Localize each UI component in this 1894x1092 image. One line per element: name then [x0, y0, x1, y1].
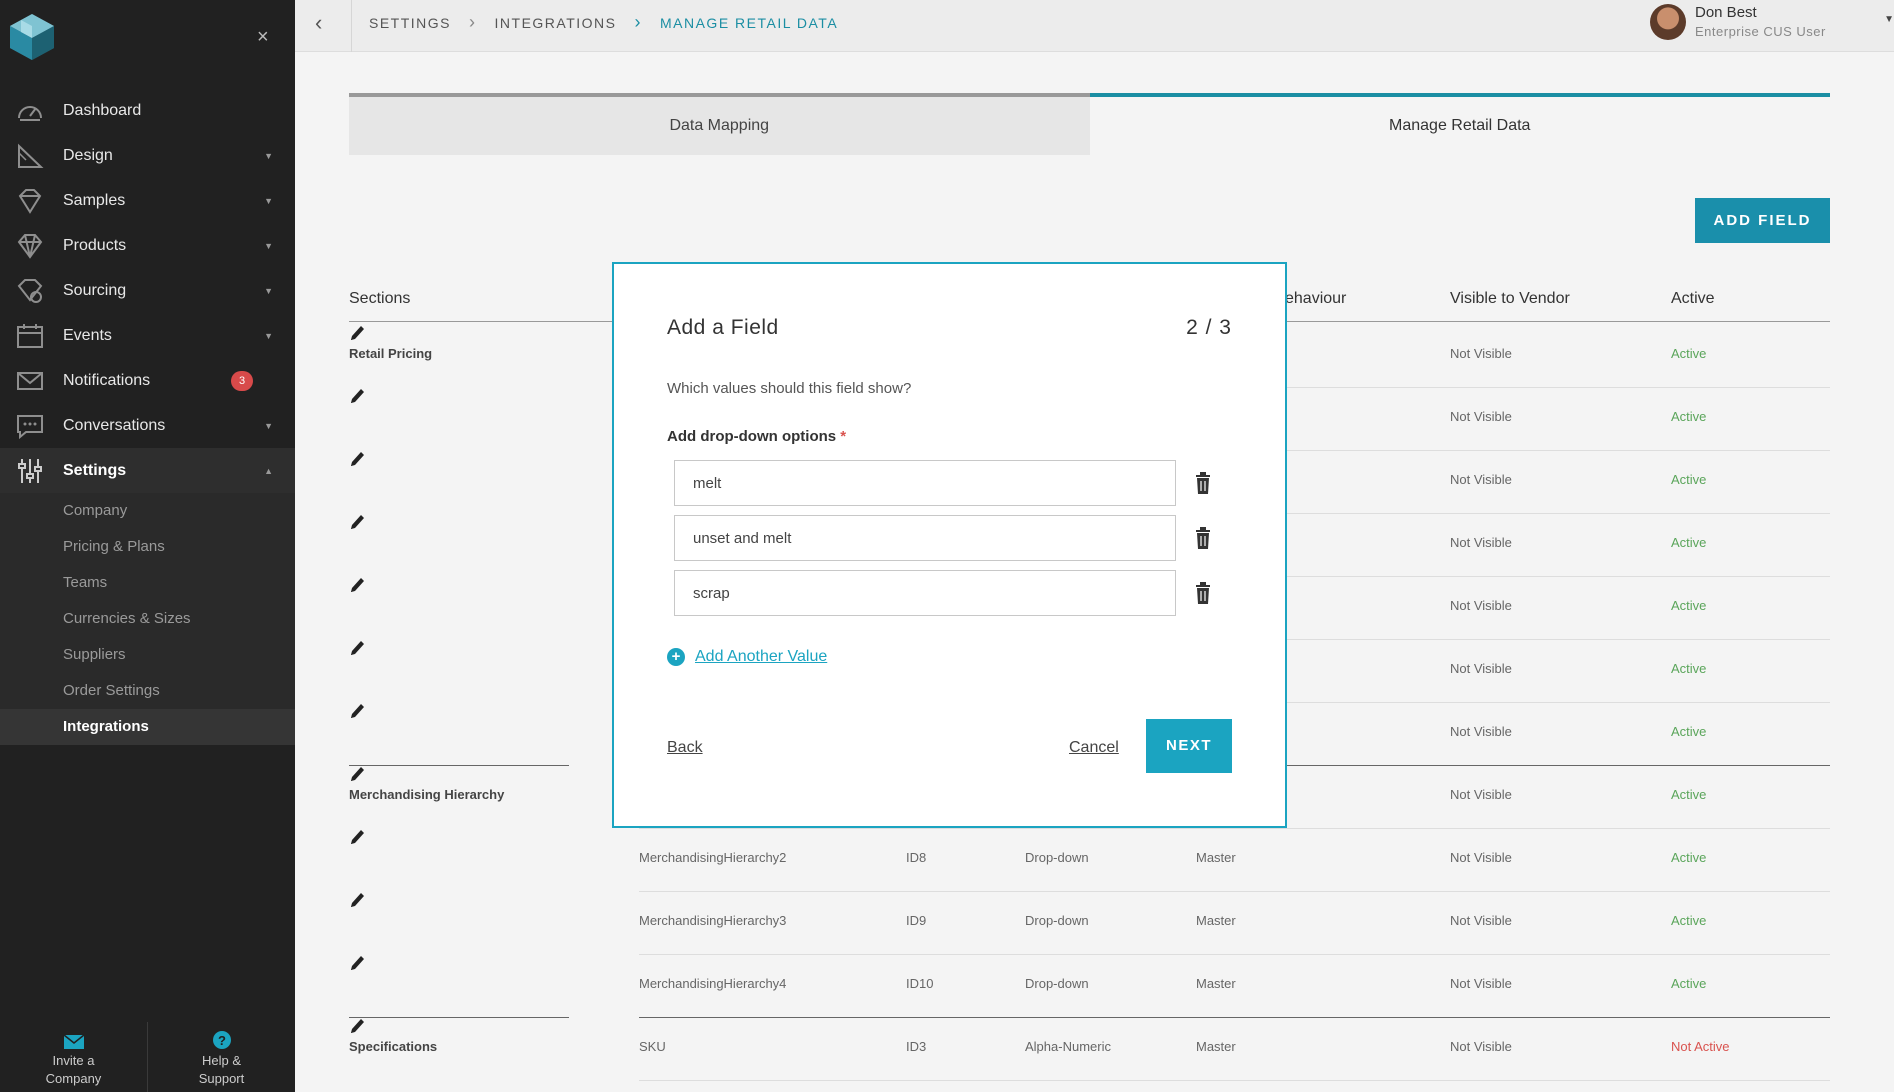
modal-title: Add a Field [667, 316, 779, 339]
trash-icon[interactable] [1194, 582, 1212, 604]
back-link[interactable]: Back [667, 739, 703, 757]
option-row [674, 570, 1210, 616]
add-another-value-link[interactable]: Add Another Value [695, 648, 827, 666]
option-input[interactable] [674, 460, 1176, 506]
add-field-modal: Add a Field 2 / 3 Which values should th… [612, 262, 1287, 828]
option-input[interactable] [674, 570, 1176, 616]
required-mark: * [840, 428, 847, 445]
dropdown-options-label-text: Add drop-down options [667, 428, 837, 445]
step-indicator: 2 / 3 [1186, 316, 1232, 339]
plus-circle-icon: + [667, 648, 685, 666]
option-input[interactable] [674, 515, 1176, 561]
cancel-link[interactable]: Cancel [1069, 739, 1119, 757]
next-button[interactable]: NEXT [1146, 719, 1232, 773]
option-row [674, 515, 1210, 561]
add-another-value[interactable]: + Add Another Value [667, 648, 827, 666]
dropdown-options-label: Add drop-down options * [667, 428, 846, 445]
modal-question: Which values should this field show? [667, 380, 912, 397]
trash-icon[interactable] [1194, 527, 1212, 549]
option-row [674, 460, 1210, 506]
trash-icon[interactable] [1194, 472, 1212, 494]
